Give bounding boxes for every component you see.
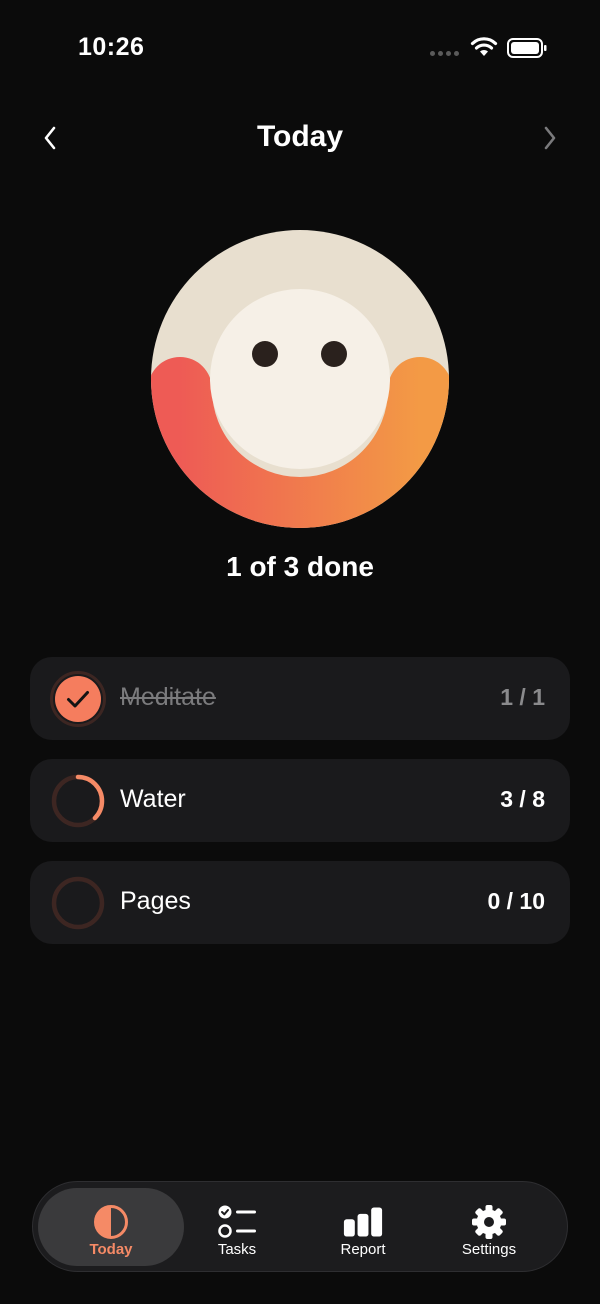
progress-mascot [151, 230, 449, 528]
habit-count: 0 / 10 [487, 888, 545, 914]
next-day-button[interactable] [532, 120, 568, 156]
battery-icon [507, 38, 547, 58]
navigation-bar: Today [0, 112, 600, 164]
habit-count: 1 / 1 [500, 684, 545, 710]
chevron-right-icon [544, 126, 556, 150]
left-eye [252, 341, 278, 367]
habit-name: Meditate [120, 683, 216, 711]
habit-row-water[interactable]: Water 3 / 8 [30, 759, 570, 842]
bar-chart-icon [343, 1202, 383, 1242]
habit-name: Pages [120, 887, 191, 915]
right-eye [321, 341, 347, 367]
tab-label: Tasks [217, 1241, 257, 1258]
habit-count: 3 / 8 [500, 786, 545, 812]
status-bar: 10:26 [0, 0, 600, 100]
page-title: Today [256, 120, 344, 153]
completed-check-icon[interactable] [50, 671, 106, 727]
status-time: 10:26 [78, 33, 145, 61]
wifi-icon [470, 37, 498, 56]
tab-label: Settings [461, 1241, 517, 1258]
tab-tasks[interactable]: Tasks [164, 1188, 310, 1266]
tab-settings[interactable]: Settings [416, 1188, 562, 1266]
progress-ring-icon[interactable] [50, 773, 106, 829]
gear-icon [469, 1202, 509, 1242]
habit-row-meditate[interactable]: Meditate 1 / 1 [30, 657, 570, 740]
tab-label: Report [340, 1241, 386, 1258]
tab-report[interactable]: Report [290, 1188, 436, 1266]
cellular-signal-icon [430, 51, 460, 57]
habit-list: Meditate 1 / 1 Water 3 / 8 Pages 0 / 10 [30, 657, 570, 963]
checklist-icon [217, 1202, 257, 1242]
tab-bar: Today Tasks Report Settings [32, 1181, 568, 1272]
tab-label: Today [89, 1241, 133, 1258]
progress-ring-icon[interactable] [50, 875, 106, 931]
habit-name: Water [120, 785, 186, 813]
habit-row-pages[interactable]: Pages 0 / 10 [30, 861, 570, 944]
half-circle-icon [91, 1202, 131, 1242]
tab-today[interactable]: Today [38, 1188, 184, 1266]
progress-summary: 1 of 3 done [226, 551, 374, 582]
